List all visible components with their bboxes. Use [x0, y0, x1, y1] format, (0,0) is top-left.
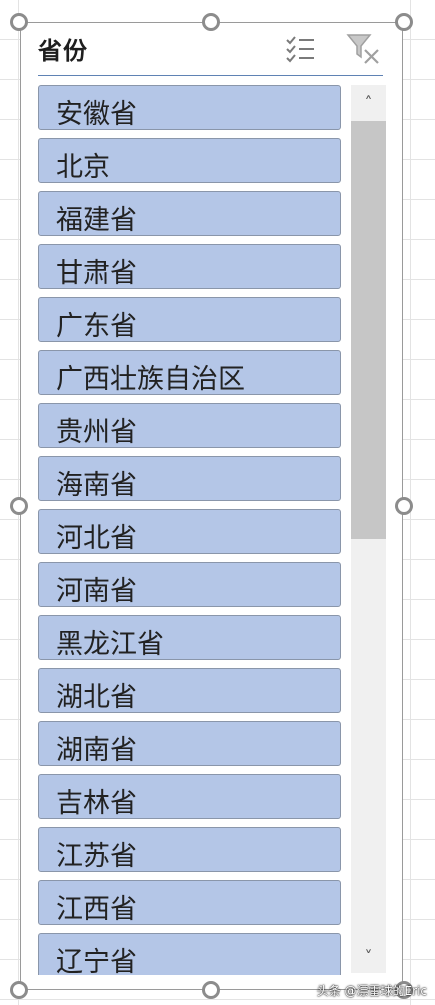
- slicer-item[interactable]: 吉林省: [38, 774, 341, 819]
- slicer-item[interactable]: 辽宁省: [38, 933, 341, 975]
- slicer-item-label: 湖北省: [56, 682, 137, 713]
- slicer-item-label: 广东省: [56, 311, 137, 342]
- slicer-item[interactable]: 贵州省: [38, 403, 341, 448]
- slicer-item-label: 河北省: [56, 523, 137, 554]
- slicer-item[interactable]: 河南省: [38, 562, 341, 607]
- slicer-item-label: 江西省: [56, 894, 137, 925]
- resize-handle-right[interactable]: [395, 497, 413, 515]
- slicer-item[interactable]: 湖南省: [38, 721, 341, 766]
- slicer-item-label: 安徽省: [56, 99, 137, 130]
- slicer-item-list: 安徽省 北京 福建省 甘肃省 广东省 广西壮族自治区 贵州省 海南省 河北省 河…: [38, 85, 343, 975]
- slicer-item-label: 河南省: [56, 576, 137, 607]
- slicer-item-label: 湖南省: [56, 735, 137, 766]
- slicer-item-label: 贵州省: [56, 417, 137, 448]
- resize-handle-bottom-left[interactable]: [10, 981, 28, 999]
- slicer-item-label: 北京: [56, 152, 110, 183]
- slicer-item-label: 甘肃省: [56, 258, 137, 289]
- clear-filter-button[interactable]: [346, 33, 380, 65]
- multi-select-button[interactable]: [283, 33, 317, 65]
- resize-handle-top-right[interactable]: [395, 13, 413, 31]
- resize-handle-left[interactable]: [10, 497, 28, 515]
- slicer-item[interactable]: 黑龙江省: [38, 615, 341, 660]
- slicer-item[interactable]: 福建省: [38, 191, 341, 236]
- watermark-text: 头条 @漂雷球的Eric: [316, 984, 427, 998]
- resize-handle-top-left[interactable]: [10, 13, 28, 31]
- slicer-item-label: 海南省: [56, 470, 137, 501]
- slicer-item[interactable]: 河北省: [38, 509, 341, 554]
- slicer-item-label: 江苏省: [56, 841, 137, 872]
- chevron-down-icon: ˅: [364, 946, 373, 966]
- multi-select-icon: [286, 36, 314, 63]
- slicer-item-label: 福建省: [56, 205, 137, 236]
- slicer-item[interactable]: 广西壮族自治区: [38, 350, 341, 395]
- slicer-title: 省份: [38, 37, 88, 65]
- slicer-item[interactable]: 海南省: [38, 456, 341, 501]
- clear-filter-icon: [346, 34, 379, 64]
- slicer-item[interactable]: 安徽省: [38, 85, 341, 130]
- scrollbar-thumb[interactable]: [351, 121, 386, 539]
- slicer-item-label: 辽宁省: [56, 947, 137, 975]
- resize-handle-bottom[interactable]: [202, 981, 220, 999]
- slicer-item-label: 黑龙江省: [56, 629, 164, 660]
- slicer-item[interactable]: 甘肃省: [38, 244, 341, 289]
- slicer-panel[interactable]: 省份 安徽省 北京 福建省 甘肃省 广东省 广西壮族自治区 贵州省 海南省 河北…: [20, 22, 403, 990]
- chevron-up-icon: ˄: [364, 92, 373, 112]
- slicer-item[interactable]: 湖北省: [38, 668, 341, 713]
- slicer-scrollbar[interactable]: ˄ ˅: [351, 85, 386, 973]
- slicer-item-label: 广西壮族自治区: [56, 364, 245, 395]
- scroll-up-button[interactable]: ˄: [351, 85, 386, 119]
- slicer-item[interactable]: 北京: [38, 138, 341, 183]
- slicer-item-label: 吉林省: [56, 788, 137, 819]
- slicer-item[interactable]: 广东省: [38, 297, 341, 342]
- resize-handle-top[interactable]: [202, 13, 220, 31]
- slicer-item[interactable]: 江苏省: [38, 827, 341, 872]
- scroll-down-button[interactable]: ˅: [351, 939, 386, 973]
- slicer-item[interactable]: 江西省: [38, 880, 341, 925]
